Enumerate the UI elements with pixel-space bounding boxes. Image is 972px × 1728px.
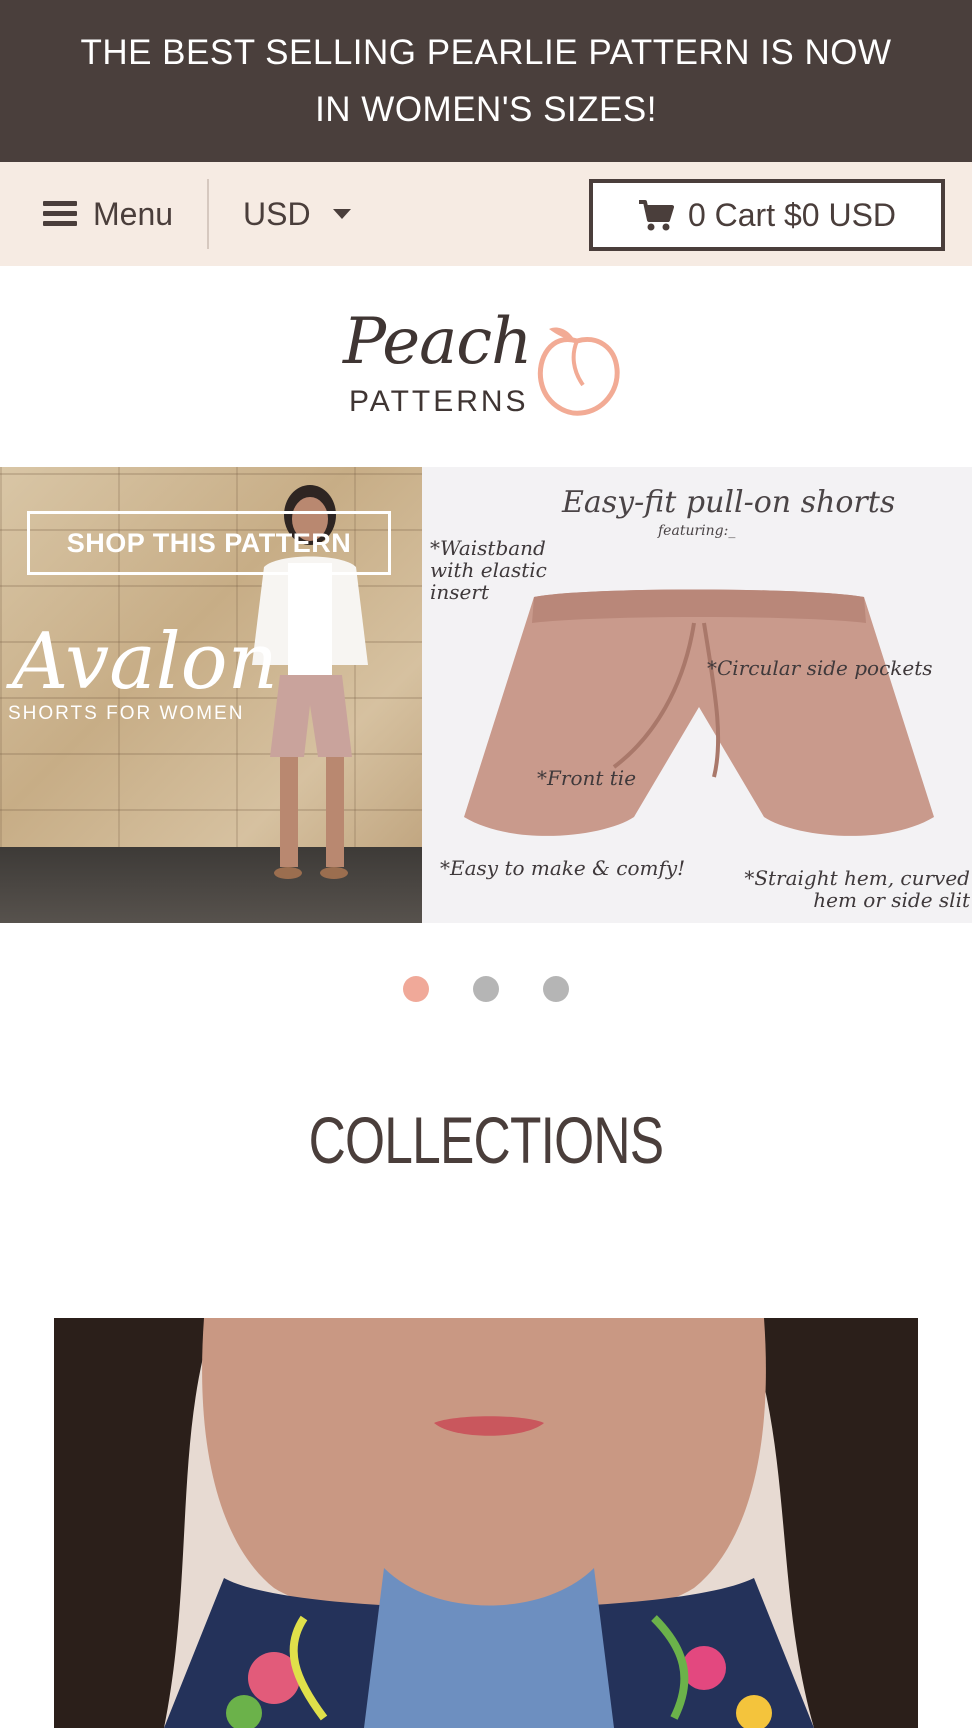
collections-heading: COLLECTIONS xyxy=(308,1103,665,1177)
feature-subtitle: featuring:_ xyxy=(658,523,736,539)
menu-button[interactable]: Menu xyxy=(43,196,173,233)
slide-shorts-features: Easy-fit pull-on shorts featuring:_ *Wai… xyxy=(422,467,972,923)
pattern-name: Avalon xyxy=(12,617,278,707)
peach-icon xyxy=(537,327,620,416)
site-logo[interactable]: Peach PATTERNS xyxy=(341,304,631,427)
caret-down-icon xyxy=(332,209,351,219)
logo-word-bottom: PATTERNS xyxy=(349,384,529,418)
cart-icon xyxy=(638,200,674,231)
shop-pattern-button[interactable]: SHOP THIS PATTERN xyxy=(27,511,391,575)
slide-dot-3[interactable] xyxy=(543,976,569,1002)
feature-title: Easy-fit pull-on shorts xyxy=(562,485,896,520)
top-nav: Menu USD 0 Cart $0 USD xyxy=(0,162,972,266)
currency-label: USD xyxy=(243,195,311,232)
currency-selector[interactable]: USD xyxy=(243,196,351,233)
feature-pockets: *Circular side pockets xyxy=(707,656,933,680)
slideshow-dots xyxy=(0,923,972,1056)
feature-waistband: *Waistband with elastic insert xyxy=(430,536,547,604)
announcement-bar: THE BEST SELLING PEARLIE PATTERN IS NOW … xyxy=(0,0,972,162)
cart-button[interactable]: 0 Cart $0 USD xyxy=(589,179,945,251)
logo-area: Peach PATTERNS xyxy=(0,266,972,467)
hero-slideshow[interactable]: SHOP THIS PATTERN Avalon SHORTS FOR WOME… xyxy=(0,467,972,923)
feature-tie: *Front tie xyxy=(537,766,637,790)
slide-photo-model: SHOP THIS PATTERN Avalon SHORTS FOR WOME… xyxy=(0,467,422,923)
feature-easy: *Easy to make & comfy! xyxy=(440,856,686,880)
slide-dot-2[interactable] xyxy=(473,976,499,1002)
slide-dot-1[interactable] xyxy=(403,976,429,1002)
hamburger-icon xyxy=(43,200,77,228)
announcement-link[interactable]: THE BEST SELLING PEARLIE PATTERN IS NOW … xyxy=(60,24,912,138)
menu-label: Menu xyxy=(93,195,174,232)
collection-card[interactable] xyxy=(54,1318,918,1728)
logo-word-top: Peach xyxy=(343,304,532,379)
cart-label: 0 Cart $0 USD xyxy=(687,196,897,233)
nav-divider xyxy=(207,179,210,249)
feature-hem: *Straight hem, curved hem or side slit xyxy=(744,866,970,912)
pattern-subtitle: SHORTS FOR WOMEN xyxy=(8,703,245,724)
collection-photo xyxy=(54,1318,918,1728)
